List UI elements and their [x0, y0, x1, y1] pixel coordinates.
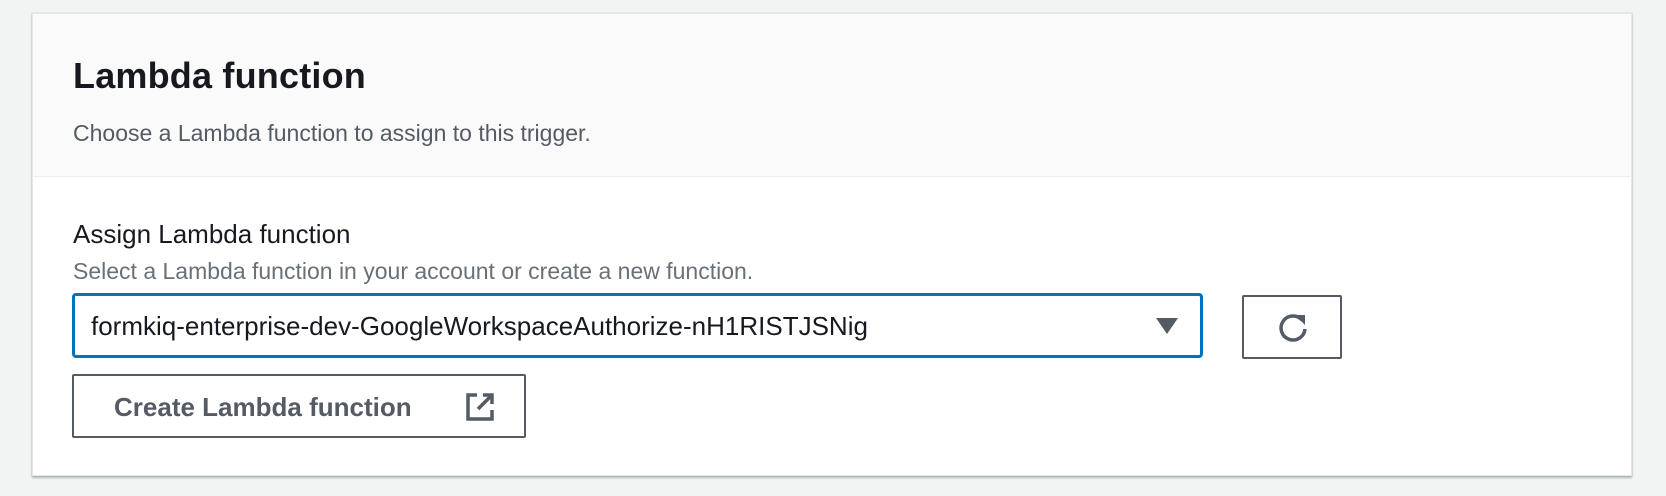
selected-lambda-value: formkiq-enterprise-dev-GoogleWorkspaceAu…: [91, 311, 868, 341]
lambda-function-panel: Lambda function Choose a Lambda function…: [32, 13, 1632, 476]
refresh-icon: [1279, 314, 1307, 342]
caret-down-icon: [1156, 318, 1178, 334]
panel-header: Lambda function Choose a Lambda function…: [33, 14, 1631, 177]
lambda-function-select[interactable]: formkiq-enterprise-dev-GoogleWorkspaceAu…: [72, 293, 1203, 358]
refresh-button[interactable]: [1242, 295, 1342, 359]
panel-description: Choose a Lambda function to assign to th…: [73, 120, 591, 146]
create-lambda-function-button[interactable]: Create Lambda function: [72, 374, 526, 438]
create-lambda-function-label: Create Lambda function: [114, 392, 412, 422]
panel-title: Lambda function: [73, 55, 366, 96]
external-link-icon: [466, 393, 494, 421]
assign-lambda-description: Select a Lambda function in your account…: [73, 258, 754, 284]
assign-lambda-label: Assign Lambda function: [73, 219, 351, 249]
